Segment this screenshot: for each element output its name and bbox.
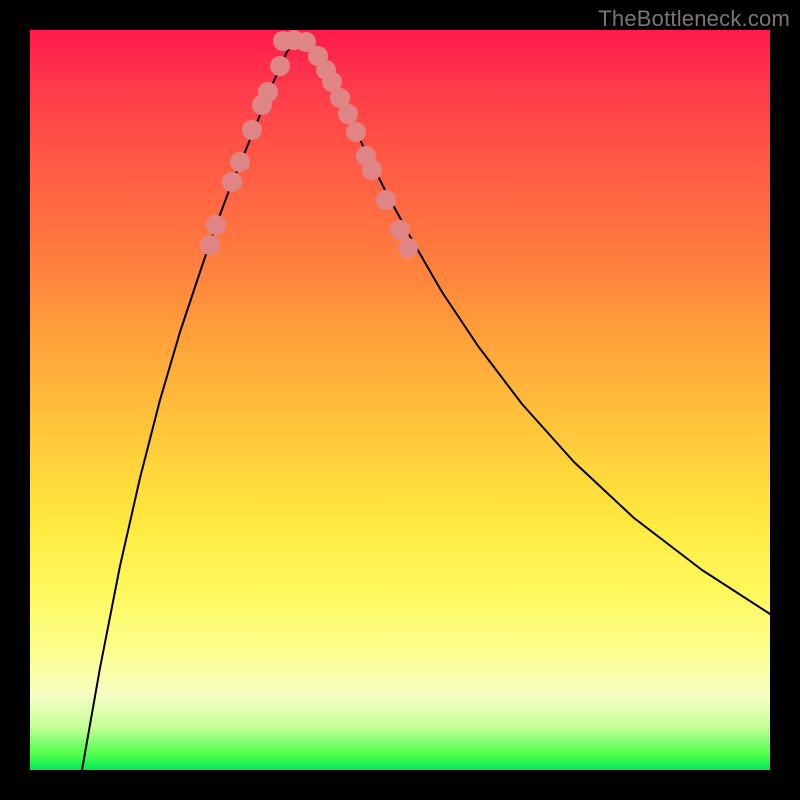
- highlight-dots: [200, 30, 418, 258]
- curve-svg: [30, 30, 770, 770]
- chart-frame: TheBottleneck.com: [0, 0, 800, 800]
- bottleneck-curve: [82, 38, 770, 770]
- watermark-label: TheBottleneck.com: [598, 6, 790, 32]
- plot-area: [30, 30, 770, 770]
